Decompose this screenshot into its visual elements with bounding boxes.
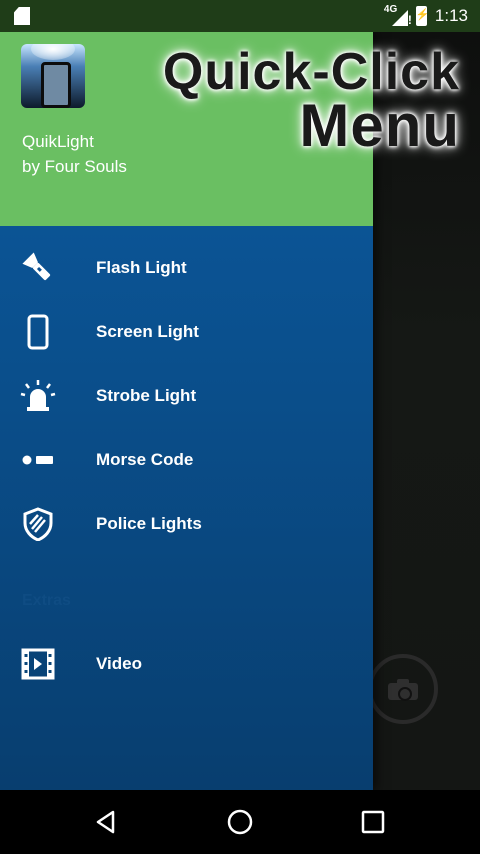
menu-item-screen-light[interactable]: Screen Light [0,300,373,364]
camera-icon [388,678,418,701]
phone-icon [20,314,56,350]
menu-item-police-lights[interactable]: Police Lights [0,492,373,556]
camera-button[interactable] [368,654,438,724]
menu-item-morse-code[interactable]: Morse Code [0,428,373,492]
clock: 1:13 [434,6,468,25]
developer-name: by Four Souls [22,157,127,176]
app-logo-icon [21,44,85,108]
menu-item-flash-light[interactable]: Flash Light [0,236,373,300]
menu-item-label: Morse Code [96,450,194,469]
status-bar: 4G ! 1:13 [0,0,480,32]
drawer-menu: Flash Light Screen Light Strobe Light Mo… [0,236,373,556]
status-icons: 4G ! 1:13 [384,0,468,32]
system-nav-bar [0,790,480,854]
strobe-icon [20,380,56,412]
menu-item-label: Screen Light [96,322,199,341]
back-icon [96,810,115,834]
video-icon [20,648,56,680]
promo-line-2: Menu [299,92,460,160]
promo-title: Quick-Click Menu [162,43,460,160]
shield-icon [20,507,56,541]
recents-button[interactable] [355,804,391,840]
promo-line-1: Quick-Click [162,43,460,101]
recents-icon [361,810,385,834]
menu-item-label: Video [96,654,142,673]
flashlight-icon [20,252,56,284]
morse-icon [20,444,56,476]
menu-item-strobe-light[interactable]: Strobe Light [0,364,373,428]
home-icon [227,809,253,835]
battery-icon [415,6,427,26]
app-name: QuikLight [22,132,94,151]
section-header-extras: Extras [22,592,71,609]
menu-item-label: Strobe Light [96,386,197,405]
sd-card-icon [14,7,30,25]
menu-item-video[interactable]: Video [0,632,373,696]
home-button[interactable] [222,804,258,840]
menu-item-label: Police Lights [96,514,202,533]
back-button[interactable] [88,804,124,840]
signal-icon: 4G ! [383,4,412,27]
menu-item-label: Flash Light [96,258,187,277]
